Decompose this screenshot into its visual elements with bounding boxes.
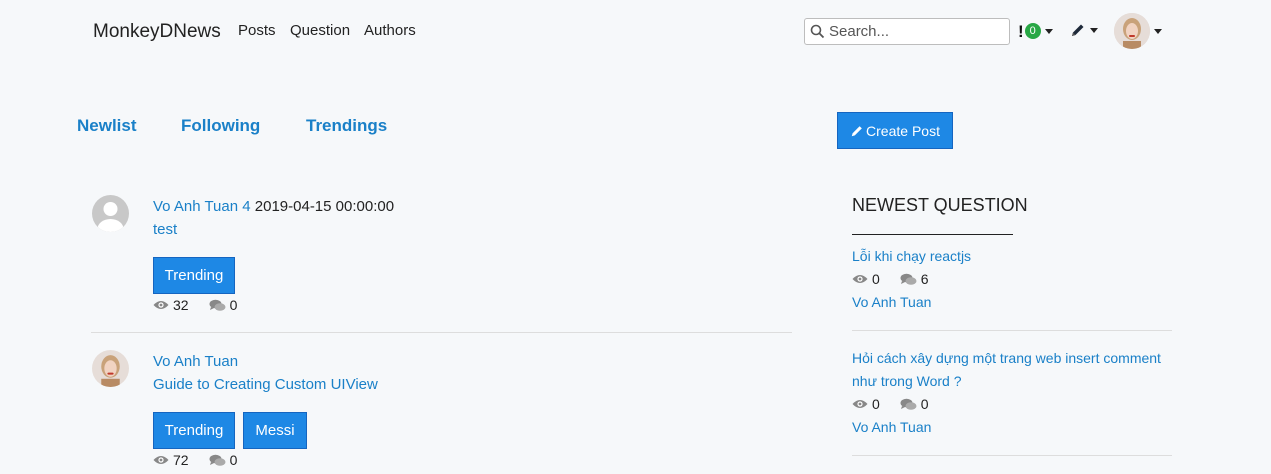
view-count: 72	[173, 452, 189, 468]
comment-count: 0	[229, 297, 238, 313]
nav-link-authors[interactable]: Authors	[364, 22, 416, 39]
search-icon	[810, 24, 825, 39]
user-menu-dropdown[interactable]	[1114, 13, 1162, 49]
post-author-link[interactable]: Vo Anh Tuan 4 2019-04-15 00:00:00	[153, 198, 394, 215]
eye-icon	[852, 275, 868, 283]
search-input[interactable]	[829, 21, 1004, 42]
post-divider	[91, 332, 792, 333]
question-stats: 0 6	[852, 271, 929, 287]
write-dropdown[interactable]	[1070, 22, 1098, 38]
view-count: 0	[872, 271, 880, 287]
post-stats: 72 0	[153, 452, 237, 468]
eye-icon	[153, 301, 169, 309]
question-divider	[852, 455, 1172, 456]
eye-icon	[852, 400, 868, 408]
post-date: 2019-04-15 00:00:00	[254, 198, 395, 215]
user-avatar	[1114, 13, 1150, 49]
comments-icon	[900, 398, 917, 410]
question-divider	[852, 330, 1172, 331]
comment-count: 0	[920, 396, 929, 412]
caret-down-icon	[1090, 27, 1098, 33]
comments-icon	[209, 454, 226, 466]
tab-newlist[interactable]: Newlist	[77, 116, 137, 136]
create-post-button[interactable]: Create Post	[837, 112, 953, 149]
tag-button-trending[interactable]: Trending	[153, 257, 235, 294]
comment-count: 6	[920, 271, 929, 287]
eye-icon	[153, 456, 169, 464]
question-title-link[interactable]: Hỏi cách xây dựng một trang web insert c…	[852, 347, 1174, 393]
post-author-avatar[interactable]	[92, 350, 129, 387]
post-title-link[interactable]: Guide to Creating Custom UIView	[153, 376, 378, 393]
question-author-link[interactable]: Vo Anh Tuan	[852, 294, 931, 310]
notification-badge: 0	[1024, 23, 1041, 39]
post-avatar-default[interactable]	[92, 195, 129, 232]
notification-dropdown[interactable]: ! 0	[1018, 20, 1053, 42]
search-box	[804, 18, 1010, 45]
tab-following[interactable]: Following	[181, 116, 260, 136]
nav-link-question[interactable]: Question	[290, 22, 350, 39]
tag-button-messi[interactable]: Messi	[243, 412, 307, 449]
view-count: 0	[872, 396, 880, 412]
pencil-icon	[851, 125, 862, 136]
question-author-link[interactable]: Vo Anh Tuan	[852, 419, 931, 435]
sidebar-title-underline	[852, 234, 1013, 235]
caret-down-icon	[1154, 28, 1162, 34]
question-stats: 0 0	[852, 396, 929, 412]
sidebar-title: NEWEST QUESTION	[852, 195, 1028, 215]
comments-icon	[209, 299, 226, 311]
brand-logo[interactable]: MonkeyDNews	[93, 21, 221, 43]
post-title-link[interactable]: test	[153, 221, 177, 238]
create-post-label: Create Post	[866, 122, 940, 139]
post-stats: 32 0	[153, 297, 237, 313]
view-count: 32	[173, 297, 189, 313]
pencil-icon	[1072, 24, 1084, 36]
nav-link-posts[interactable]: Posts	[238, 22, 276, 39]
tab-trendings[interactable]: Trendings	[306, 116, 387, 136]
tag-button-trending[interactable]: Trending	[153, 412, 235, 449]
navbar: MonkeyDNews Posts Question Authors ! 0	[0, 0, 1271, 62]
post-author-link[interactable]: Vo Anh Tuan	[153, 353, 238, 370]
caret-down-icon	[1044, 28, 1053, 34]
comment-count: 0	[229, 452, 238, 468]
notification-icon: !	[1018, 21, 1024, 41]
comments-icon	[900, 273, 917, 285]
question-title-link[interactable]: Lỗi khi chạy reactjs	[852, 245, 1174, 268]
